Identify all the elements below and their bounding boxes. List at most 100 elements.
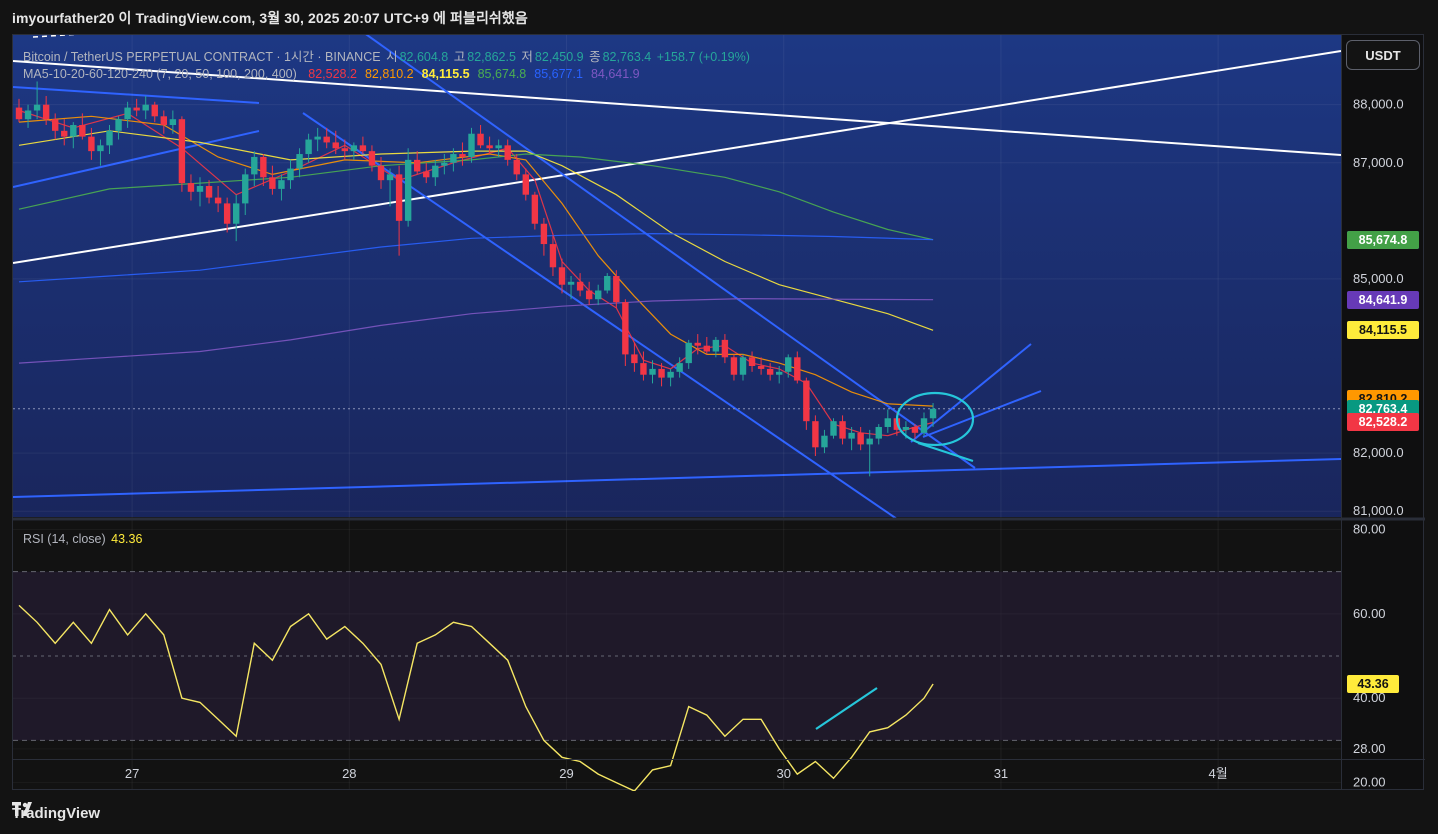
- time-tick-label: 31: [994, 766, 1008, 781]
- candle-body: [622, 302, 629, 355]
- price-tick-label: 88,000.0: [1353, 97, 1404, 112]
- ma-legend-value: 82,810.2: [364, 67, 414, 81]
- ma-legend-value: 85,674.8: [477, 67, 527, 81]
- candle-body: [830, 421, 837, 436]
- candle-body: [423, 171, 430, 178]
- candle-body: [79, 125, 86, 137]
- candle-body: [513, 159, 520, 175]
- candle-body: [251, 156, 258, 175]
- candle-body: [549, 244, 557, 268]
- candle-body: [685, 342, 692, 364]
- candle-body: [24, 110, 32, 120]
- price-tag: 84,115.5: [1347, 321, 1419, 340]
- price-chart-svg[interactable]: 88,000.0 87,000.0 85,000.0 82,000.0 81,000.0…: [13, 35, 1425, 791]
- candle-body: [902, 426, 910, 430]
- currency-button[interactable]: USDT: [1346, 40, 1420, 70]
- candle-body: [124, 107, 131, 120]
- tradingview-logo-icon: [12, 802, 32, 816]
- symbol-title: Bitcoin / TetherUS PERPETUAL CONTRACT · …: [23, 50, 381, 64]
- candle-body: [395, 174, 403, 221]
- time-tick-label: 28: [342, 766, 356, 781]
- candle-body: [531, 194, 539, 224]
- candle-body: [260, 156, 267, 178]
- candle-body: [223, 203, 231, 224]
- candle-body: [748, 357, 756, 367]
- candle-body: [540, 223, 548, 245]
- candle-body: [776, 371, 783, 375]
- candle-body: [414, 159, 421, 172]
- candle-body: [667, 371, 674, 378]
- candle-body: [377, 165, 385, 181]
- candle-body: [884, 418, 891, 427]
- candle-body: [486, 145, 493, 149]
- candle-body: [739, 357, 747, 375]
- candle-body: [911, 426, 919, 433]
- candle-body: [875, 426, 882, 439]
- time-tick-label: 27: [125, 766, 139, 781]
- candle-body: [459, 154, 466, 157]
- candle-body: [33, 104, 41, 111]
- candle-body: [404, 159, 412, 221]
- publish-header: imyourfather20 이 TradingView.com, 3월 30,…: [12, 10, 528, 26]
- candle-body: [558, 267, 566, 285]
- high-value: 82,862.5: [467, 50, 516, 64]
- chart-frame[interactable]: 88,000.0 87,000.0 85,000.0 82,000.0 81,000.0…: [12, 34, 1425, 791]
- high-label: 고: [453, 50, 466, 64]
- price-tick-label: 82,000.0: [1353, 445, 1404, 460]
- candle-body: [52, 119, 59, 131]
- candle-body: [567, 281, 575, 285]
- candle-body: [314, 136, 321, 140]
- candle-body: [287, 168, 294, 181]
- candle: [178, 116, 186, 192]
- candle-body: [576, 281, 584, 291]
- candle-body: [848, 432, 855, 439]
- candle-body: [857, 432, 864, 445]
- rsi-tick-label: 28.00: [1353, 741, 1386, 756]
- candle-body: [233, 203, 240, 224]
- ma-legend-value: 82,528.2: [308, 67, 357, 81]
- low-label: 저: [521, 50, 533, 64]
- open-label: 시: [386, 50, 398, 64]
- price-tick-label: 85,000.0: [1353, 271, 1404, 286]
- candle-body: [495, 145, 502, 149]
- candle-body: [477, 133, 484, 146]
- candle-body: [106, 130, 113, 146]
- candle-body: [920, 418, 928, 433]
- ma-legend-value: 84,115.5: [421, 67, 470, 81]
- candle-body: [658, 368, 665, 378]
- rsi-legend: RSI (14, close) 43.36: [23, 532, 144, 546]
- candle-body: [242, 174, 249, 204]
- candle-body: [676, 363, 683, 372]
- candle-body: [350, 145, 358, 152]
- candle-body: [332, 142, 339, 149]
- candle-body: [649, 368, 656, 375]
- candle-body: [278, 180, 285, 189]
- rsi-legend-value: 43.36: [111, 532, 143, 546]
- candle-body: [205, 185, 213, 198]
- time-tick-label: 29: [559, 766, 573, 781]
- candle-body: [196, 185, 204, 192]
- candle-body: [640, 363, 647, 375]
- candle-body: [15, 107, 23, 120]
- candle-body: [323, 136, 330, 143]
- candle-body: [341, 148, 348, 152]
- candle-body: [721, 339, 729, 358]
- candle-body: [703, 345, 710, 352]
- rsi-tick-label: 60.00: [1353, 606, 1386, 621]
- candle-body: [70, 125, 77, 137]
- candle-body: [42, 104, 50, 120]
- candle-body: [522, 174, 529, 195]
- candle-body: [432, 165, 439, 178]
- footer-brand: TradingView: [12, 802, 100, 824]
- candle: [404, 148, 412, 227]
- candle-body: [794, 357, 801, 381]
- time-tick-label: 4월: [1209, 766, 1228, 781]
- candle-body: [97, 145, 104, 152]
- candle-body: [450, 154, 457, 163]
- candle-body: [866, 438, 873, 445]
- candle-body: [305, 139, 312, 155]
- candle-body: [929, 408, 937, 419]
- candle-body: [169, 119, 177, 126]
- candle-body: [595, 290, 602, 300]
- candle-body: [296, 154, 303, 169]
